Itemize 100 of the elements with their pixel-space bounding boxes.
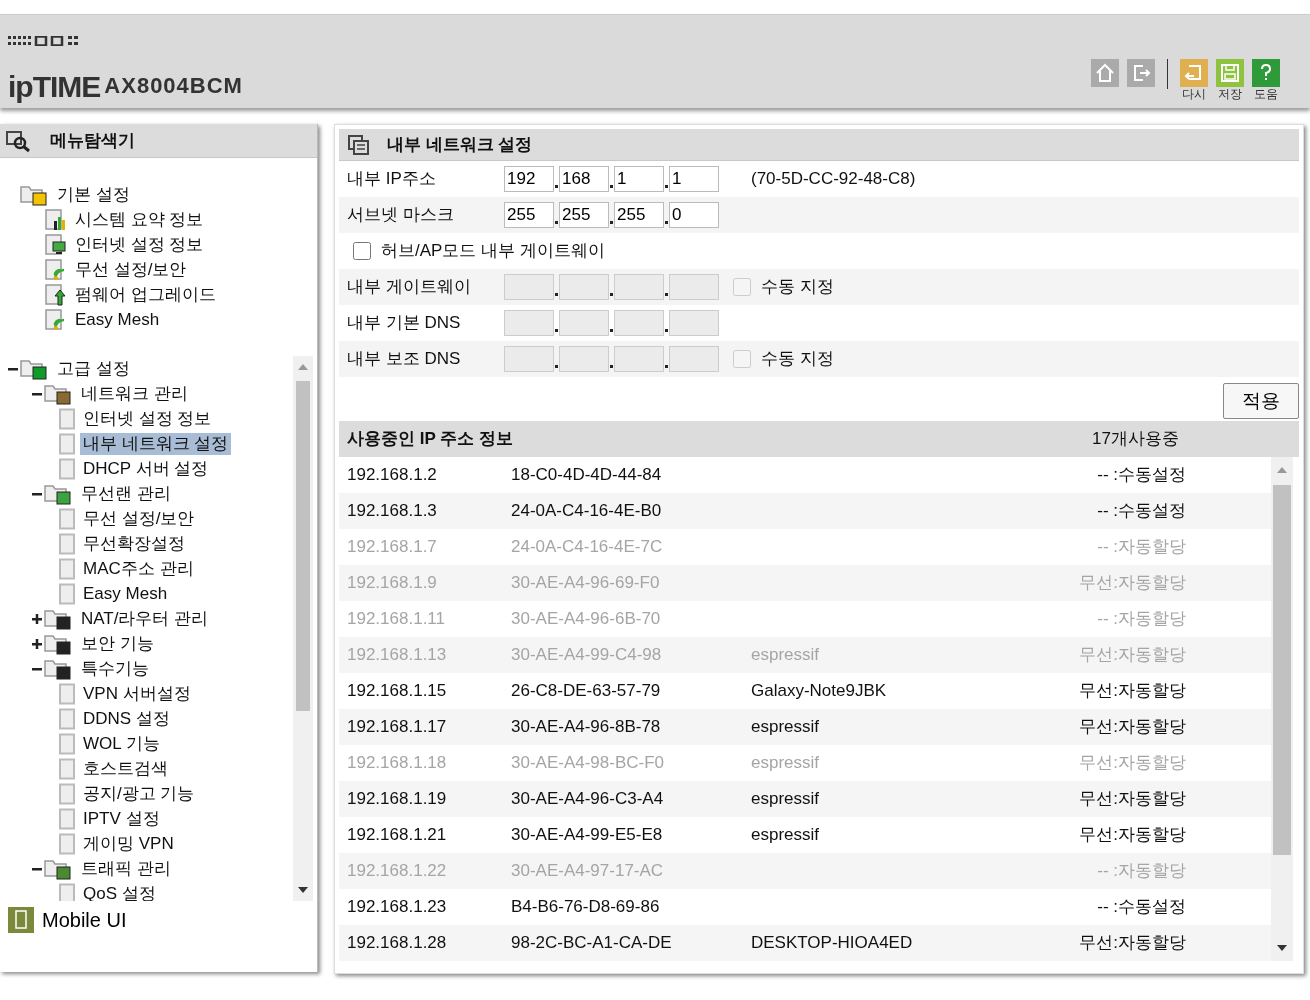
- page-icon: [58, 532, 76, 555]
- menu-item[interactable]: 특수기능: [78, 657, 152, 680]
- menu-item[interactable]: MAC주소 관리: [80, 557, 197, 580]
- page-icon: [58, 457, 76, 480]
- folder-icon: [20, 357, 50, 380]
- table-cell-text: espressif: [751, 788, 821, 811]
- input-field[interactable]: 192: [504, 166, 554, 192]
- menu-item[interactable]: 호스트검색: [80, 757, 171, 780]
- table-title: 사용중인 IP 주소 정보: [347, 428, 513, 451]
- table-cell-text: 무선:자동할당: [1078, 932, 1186, 955]
- table-cell-text: 192.168.1.13: [347, 644, 448, 667]
- input-field[interactable]: 255: [559, 202, 609, 228]
- table-cell-text: Galaxy-Note9JBK: [751, 680, 888, 703]
- panel-title: 메뉴탐색기: [50, 129, 135, 152]
- input-field[interactable]: 255: [504, 202, 554, 228]
- monitor-icon: [44, 233, 68, 256]
- input-field[interactable]: 255: [614, 202, 664, 228]
- checkbox-label: 수동 지정: [761, 276, 834, 299]
- logout-icon: [1127, 59, 1155, 87]
- folder-icon: [44, 632, 74, 655]
- input-field[interactable]: 0: [669, 202, 719, 228]
- table-cell-text: 30-AE-A4-96-8B-78: [511, 716, 662, 739]
- menu-item[interactable]: 보안 기능: [78, 632, 157, 655]
- menu-item[interactable]: Easy Mesh: [72, 308, 163, 331]
- scroll-down-icon: [1277, 945, 1287, 951]
- table-cell-text: espressif: [751, 824, 821, 847]
- menu-item[interactable]: DHCP 서버 설정: [80, 457, 212, 480]
- device-count: 17개사용중: [1092, 428, 1179, 451]
- menu-item[interactable]: QoS 설정: [80, 882, 159, 901]
- input-field[interactable]: 1: [669, 166, 719, 192]
- menu-item[interactable]: Easy Mesh: [80, 582, 171, 605]
- chart-icon: [44, 208, 68, 231]
- menu-item[interactable]: 시스템 요약 정보: [72, 208, 207, 231]
- checkbox-label: 허브/AP모드 내부 게이트웨이: [381, 240, 605, 263]
- menu-item[interactable]: 공지/광고 기능: [80, 782, 198, 805]
- field-label: 서브넷 마스크: [347, 204, 455, 227]
- checkbox-label: 수동 지정: [761, 348, 834, 371]
- table-cell-text: 30-AE-A4-99-E5-E8: [511, 824, 664, 847]
- folder-icon: [44, 482, 74, 505]
- menu-item[interactable]: 인터넷 설정 정보: [80, 407, 215, 430]
- field-label: 내부 IP주소: [347, 168, 437, 191]
- menu-item[interactable]: 무선 설정/보안: [80, 507, 198, 530]
- menu-item[interactable]: 고급 설정: [54, 357, 133, 380]
- table-cell-text: 192.168.1.7: [347, 536, 438, 559]
- menu-item[interactable]: 무선확장설정: [80, 532, 188, 555]
- menu-item[interactable]: 인터넷 설정 정보: [72, 233, 207, 256]
- table-cell-text: B4-B6-76-D8-69-86: [511, 896, 661, 919]
- page-icon: [58, 582, 76, 605]
- table-cell-text: 무선:자동할당: [1078, 824, 1186, 847]
- menu-item[interactable]: WOL 기능: [80, 732, 163, 755]
- scrollbar[interactable]: [293, 356, 313, 901]
- table-cell-text: 192.168.1.9: [347, 572, 438, 595]
- arrow-icon: [44, 283, 68, 306]
- table-cell-text: 192.168.1.21: [347, 824, 448, 847]
- page-icon: [58, 832, 76, 855]
- table-cell-text: 192.168.1.3: [347, 500, 438, 523]
- plus-icon: [32, 614, 42, 625]
- table-cell-text: 무선:자동할당: [1078, 572, 1186, 595]
- checkbox[interactable]: [353, 242, 371, 260]
- menu-item[interactable]: 네트워크 관리: [78, 382, 191, 405]
- scroll-up-icon: [298, 364, 308, 370]
- table-cell-text: -- :자동할당: [1096, 860, 1186, 883]
- field-label: 내부 게이트웨이: [347, 276, 472, 299]
- table-cell-text: 30-AE-A4-99-C4-98: [511, 644, 663, 667]
- menu-item[interactable]: 트래픽 관리: [78, 857, 174, 880]
- page-icon: [58, 557, 76, 580]
- menu-item[interactable]: DDNS 설정: [80, 707, 173, 730]
- table-cell-text: 192.168.1.28: [347, 932, 448, 955]
- table-cell-text: 192.168.1.17: [347, 716, 448, 739]
- table-cell-text: 30-AE-A4-96-6B-70: [511, 608, 662, 631]
- menu-item[interactable]: 무선 설정/보안: [72, 258, 190, 281]
- floppy-button[interactable]: 저장: [1212, 59, 1248, 101]
- menu-item[interactable]: 기본 설정: [54, 183, 133, 206]
- menu-item[interactable]: 내부 네트워크 설정: [80, 432, 232, 455]
- page-icon: [58, 732, 76, 755]
- menu-item[interactable]: VPN 서버설정: [80, 682, 194, 705]
- menu-item[interactable]: 펌웨어 업그레이드: [72, 283, 219, 306]
- apply-button[interactable]: 적용: [1223, 383, 1299, 419]
- field-label: 내부 보조 DNS: [347, 348, 462, 371]
- help-button[interactable]: 도움: [1248, 59, 1284, 101]
- page-icon: [58, 682, 76, 705]
- input-field[interactable]: 168: [559, 166, 609, 192]
- page-icon: [58, 882, 76, 901]
- menu-item[interactable]: 무선랜 관리: [78, 482, 174, 505]
- table-cell-text: 192.168.1.19: [347, 788, 448, 811]
- table-cell-text: 26-C8-DE-63-57-79: [511, 680, 662, 703]
- table-cell-text: espressif: [751, 752, 821, 775]
- menu-item[interactable]: NAT/라우터 관리: [78, 607, 212, 630]
- floppy-icon: [1216, 59, 1244, 87]
- menu-item[interactable]: IPTV 설정: [80, 807, 163, 830]
- page-icon: [58, 707, 76, 730]
- table-cell-text: -- :수동설정: [1096, 896, 1186, 919]
- table-cell-text: espressif: [751, 644, 821, 667]
- mobile-ui-link[interactable]: Mobile UI: [8, 905, 127, 935]
- input-field[interactable]: 1: [614, 166, 664, 192]
- logo-mark-icon: [8, 35, 80, 46]
- scrollbar[interactable]: [1271, 457, 1293, 961]
- table-cell-text: 192.168.1.11: [347, 608, 446, 631]
- return-button[interactable]: 다시: [1176, 59, 1212, 101]
- menu-item[interactable]: 게이밍 VPN: [80, 832, 177, 855]
